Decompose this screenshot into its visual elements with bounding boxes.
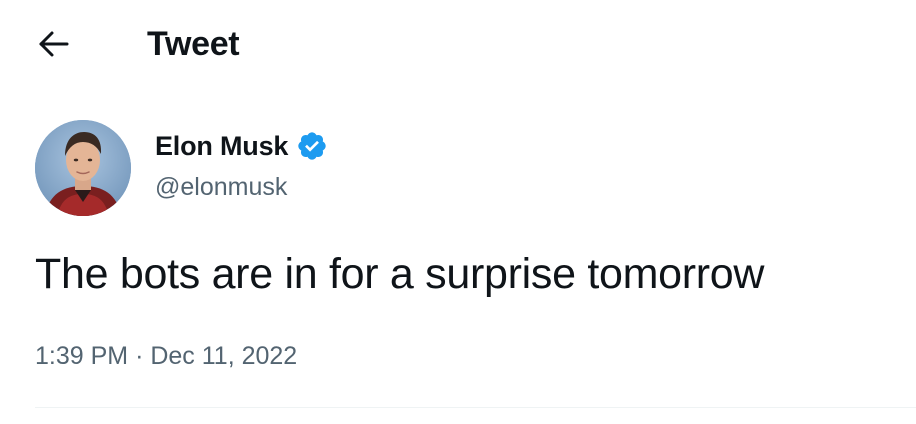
author-name[interactable]: Elon Musk [155,131,288,162]
page-header: Tweet [0,0,916,88]
meta-separator: · [135,342,144,370]
avatar[interactable] [35,120,131,216]
tweet-time[interactable]: 1:39 PM [35,342,128,370]
tweet-date[interactable]: Dec 11, 2022 [150,342,297,370]
avatar-image [35,120,131,216]
back-button[interactable] [34,26,74,62]
tweet-meta: 1:39 PM · Dec 11, 2022 [35,338,297,374]
tweet-page: Tweet Elon Musk @elonmusk The bots are i… [0,0,916,424]
verified-badge-icon [298,132,326,160]
arrow-left-icon [39,31,69,57]
author-handle[interactable]: @elonmusk [155,170,287,204]
divider [35,407,916,408]
tweet-text: The bots are in for a surprise tomorrow [35,250,765,298]
author-name-row: Elon Musk [155,128,328,164]
page-title: Tweet [147,25,240,63]
